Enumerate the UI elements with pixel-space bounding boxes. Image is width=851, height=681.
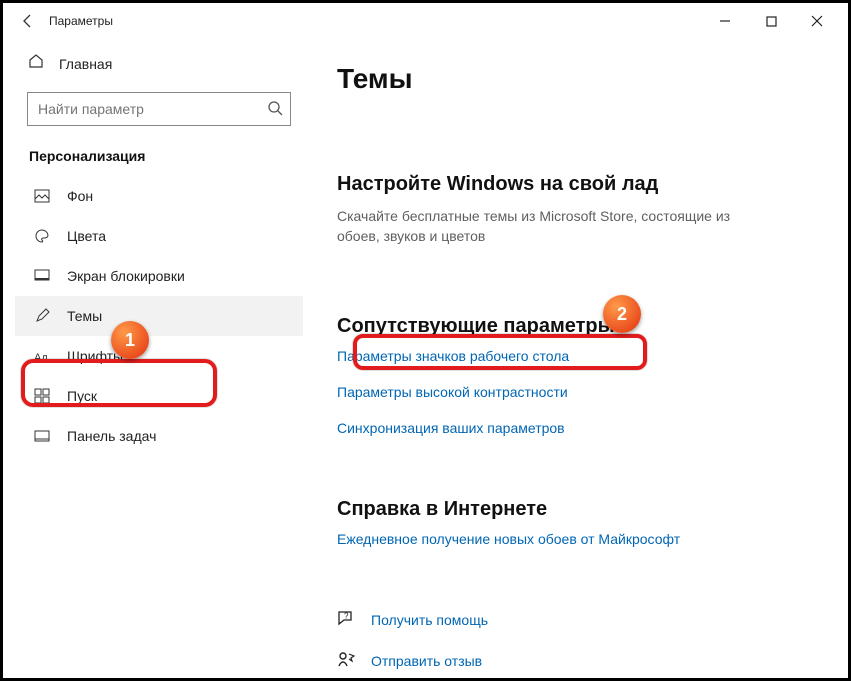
sidebar-item-label: Панель задач (67, 428, 156, 444)
settings-window: Параметры Главная (0, 0, 851, 681)
sidebar-item-colors[interactable]: Цвета (15, 216, 303, 256)
palette-icon (33, 227, 51, 245)
link-sync-settings[interactable]: Синхронизация ваших параметров (337, 420, 820, 436)
search-icon (267, 100, 283, 121)
brush-icon (33, 307, 51, 325)
sidebar-home[interactable]: Главная (15, 43, 303, 84)
feedback-row[interactable]: Отправить отзыв (337, 650, 820, 673)
sidebar-item-label: Шрифты (67, 348, 123, 364)
feedback-icon (337, 650, 357, 673)
taskbar-icon (33, 427, 51, 445)
svg-text:Aд: Aд (34, 352, 48, 363)
titlebar: Параметры (3, 3, 848, 39)
sidebar-item-label: Экран блокировки (67, 268, 185, 284)
main-content: Темы Настройте Windows на свой лад Скача… (303, 39, 848, 678)
related-heading: Сопутствующие параметры (337, 315, 820, 338)
search-input[interactable] (27, 92, 291, 126)
minimize-button[interactable] (702, 5, 748, 37)
get-help-label: Получить помощь (371, 612, 488, 628)
picture-icon (33, 187, 51, 205)
get-help-row[interactable]: ? Получить помощь (337, 609, 820, 632)
sidebar-item-label: Темы (67, 308, 102, 324)
help-heading: Справка в Интернете (337, 498, 820, 521)
sidebar-item-label: Пуск (67, 388, 97, 404)
feedback-label: Отправить отзыв (371, 653, 482, 669)
link-desktop-icons[interactable]: Параметры значков рабочего стола (337, 348, 820, 364)
link-high-contrast[interactable]: Параметры высокой контрастности (337, 384, 820, 400)
window-controls (702, 5, 840, 37)
sidebar-item-label: Фон (67, 188, 93, 204)
search-wrap (27, 92, 291, 126)
page-title: Темы (337, 63, 820, 95)
home-icon (27, 53, 45, 74)
sidebar-item-lockscreen[interactable]: Экран блокировки (15, 256, 303, 296)
sidebar-item-background[interactable]: Фон (15, 176, 303, 216)
sidebar-item-label: Цвета (67, 228, 106, 244)
font-icon: Aд (33, 347, 51, 365)
maximize-button[interactable] (748, 5, 794, 37)
help-icon: ? (337, 609, 357, 632)
customize-heading: Настройте Windows на свой лад (337, 173, 820, 196)
back-button[interactable] (11, 4, 45, 38)
sidebar: Главная Персонализация Фон Цвета (3, 39, 303, 678)
link-daily-wallpapers[interactable]: Ежедневное получение новых обоев от Майк… (337, 531, 820, 547)
sidebar-item-fonts[interactable]: Aд Шрифты (15, 336, 303, 376)
sidebar-item-start[interactable]: Пуск (15, 376, 303, 416)
sidebar-item-taskbar[interactable]: Панель задач (15, 416, 303, 456)
start-icon (33, 387, 51, 405)
svg-text:?: ? (344, 611, 349, 620)
close-button[interactable] (794, 5, 840, 37)
window-title: Параметры (49, 14, 113, 28)
sidebar-home-label: Главная (59, 56, 112, 72)
sidebar-item-themes[interactable]: Темы (15, 296, 303, 336)
sidebar-section-heading: Персонализация (15, 140, 303, 176)
customize-subtext: Скачайте бесплатные темы из Microsoft St… (337, 206, 757, 247)
lockscreen-icon (33, 267, 51, 285)
